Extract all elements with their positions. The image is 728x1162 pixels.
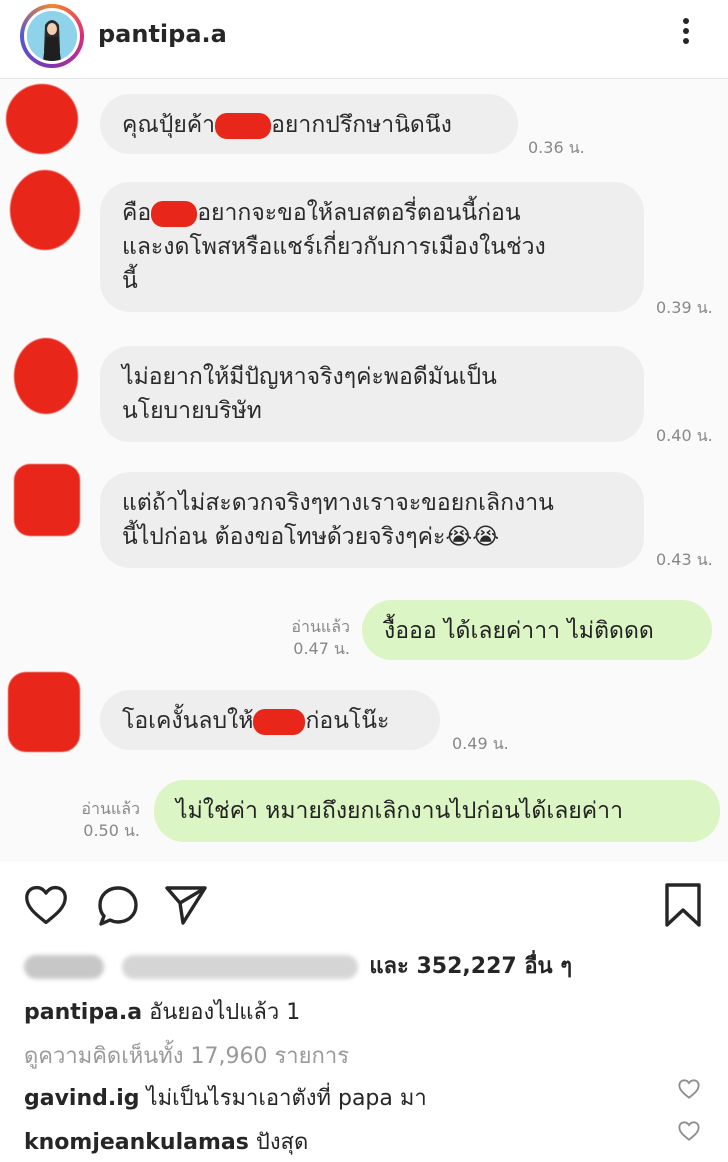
comment-text: ปังสุด	[248, 1130, 309, 1155]
caption-text: อันยองไปแล้ว 1	[142, 1000, 301, 1025]
likes-count: และ 352,227 อื่น ๆ	[369, 954, 573, 979]
message-time: 0.40 น.	[656, 426, 713, 445]
redaction-mark	[253, 708, 306, 735]
message-time: 0.36 น.	[528, 138, 585, 157]
message-text: โอเคงั้นลบให้	[122, 708, 254, 734]
likes-summary[interactable]: และ 352,227 อื่น ๆ	[24, 948, 704, 984]
comment-text: ไม่เป็นไรมาเอาตังที่ papa มา	[139, 1086, 427, 1111]
read-label: อ่านแล้ว	[291, 617, 350, 636]
comment-like-heart-icon[interactable]	[678, 1078, 700, 1104]
avatar[interactable]	[27, 11, 77, 61]
message-text: นี้ไปก่อน ต้องขอโทษด้วยจริงๆค่ะ😭😭	[122, 524, 500, 550]
message-text: ก่อนโน๊ะ	[305, 708, 390, 734]
message-bubble-incoming: โอเคงั้นลบให้ ก่อนโน๊ะ	[100, 690, 440, 750]
post-caption: pantipa.a อันยองไปแล้ว 1	[24, 994, 300, 1029]
bookmark-icon[interactable]	[664, 882, 702, 928]
message-text: คือ	[122, 200, 152, 226]
message-time: 0.49 น.	[452, 734, 509, 753]
message-text: และงดโพสหรือแชร์เกี่ยวกับการเมืองในช่วง	[122, 234, 546, 260]
message-time: 0.43 น.	[656, 550, 713, 569]
redaction-mark	[215, 112, 272, 139]
read-receipt: อ่านแล้ว 0.50 น.	[60, 798, 140, 842]
message-time: 0.47 น.	[293, 639, 350, 658]
like-heart-icon[interactable]	[24, 884, 68, 926]
blurred-liker-name	[121, 955, 358, 979]
redacted-avatar	[8, 672, 80, 752]
redacted-avatar	[6, 84, 78, 154]
redacted-avatar	[14, 464, 80, 536]
message-text: ไม่อยากให้มีปัญหาจริงๆค่ะพอดีมันเป็น	[122, 364, 497, 390]
message-text: อยากจะขอให้ลบสตอรี่ตอนนี้ก่อน	[197, 200, 521, 226]
message-bubble-incoming: ไม่อยากให้มีปัญหาจริงๆค่ะพอดีมันเป็น นโย…	[100, 346, 644, 442]
redaction-mark	[151, 200, 198, 227]
comment-bubble-icon[interactable]	[96, 884, 140, 928]
redacted-avatar	[10, 170, 80, 250]
comment-row: gavind.ig ไม่เป็นไรมาเอาตังที่ papa มา	[24, 1080, 427, 1115]
redacted-avatar	[14, 338, 78, 414]
message-text: คุณปุ้ยค้า	[122, 112, 216, 138]
read-label: อ่านแล้ว	[81, 799, 140, 818]
read-receipt: อ่านแล้ว 0.47 น.	[270, 616, 350, 660]
message-text: งื้อออ ได้เลยค่าาา ไม่ติดดด	[384, 618, 654, 644]
message-text: อยากปรึกษานิดนึง	[271, 112, 452, 138]
message-bubble-incoming: คุณปุ้ยค้า อยากปรึกษานิดนึง	[100, 94, 518, 154]
share-paper-plane-icon[interactable]	[164, 884, 208, 926]
blurred-liker-avatars	[24, 955, 104, 979]
comment-row: knomjeankulamas ปังสุด	[24, 1124, 308, 1159]
message-bubble-incoming: คือ อยากจะขอให้ลบสตอรี่ตอนนี้ก่อน และงดโพ…	[100, 182, 644, 312]
more-options-icon[interactable]	[676, 18, 696, 52]
message-bubble-outgoing: งื้อออ ได้เลยค่าาา ไม่ติดดด	[362, 600, 712, 660]
message-text: นโยบายบริษัท	[122, 398, 262, 424]
message-bubble-outgoing: ไม่ใช่ค่า หมายถึงยกเลิกงานไปก่อนได้เลยค่…	[154, 780, 720, 842]
comment-username[interactable]: knomjeankulamas	[24, 1130, 249, 1155]
message-time: 0.50 น.	[83, 821, 140, 840]
caption-username[interactable]: pantipa.a	[24, 1000, 142, 1025]
message-text: ไม่ใช่ค่า หมายถึงยกเลิกงานไปก่อนได้เลยค่…	[176, 798, 623, 824]
comment-like-heart-icon[interactable]	[678, 1120, 700, 1146]
message-text: แต่ถ้าไม่สะดวกจริงๆทางเราจะขอยกเลิกงาน	[122, 490, 554, 516]
message-time: 0.39 น.	[656, 298, 713, 317]
comment-username[interactable]: gavind.ig	[24, 1086, 140, 1111]
avatar-portrait-icon	[27, 11, 77, 61]
view-all-comments-link[interactable]: ดูความคิดเห็นทั้ง 17,960 รายการ	[24, 1038, 349, 1073]
post-username[interactable]: pantipa.a	[98, 20, 227, 48]
message-text: นี้	[122, 268, 138, 294]
message-bubble-incoming: แต่ถ้าไม่สะดวกจริงๆทางเราจะขอยกเลิกงาน น…	[100, 472, 644, 568]
